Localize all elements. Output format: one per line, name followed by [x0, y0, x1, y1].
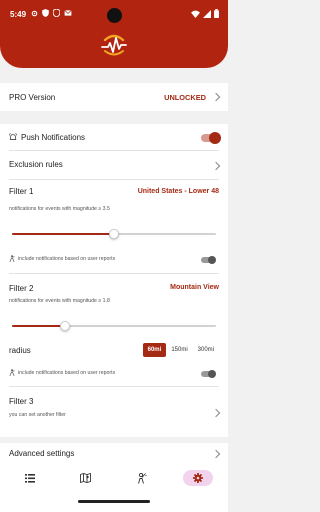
exclusion-rules-row[interactable]: Exclusion rules — [9, 154, 219, 176]
radius-option[interactable]: 150mi — [166, 343, 192, 357]
advanced-settings-card[interactable]: Advanced settings — [0, 443, 228, 462]
nav-list[interactable] — [15, 470, 45, 486]
shield-icon — [42, 9, 49, 17]
filter1-user-reports-label: include notifications based on user repo… — [18, 256, 116, 262]
divider — [9, 273, 219, 274]
home-indicator — [78, 500, 150, 503]
user-report-icon — [138, 472, 147, 484]
slider-fill — [12, 233, 114, 235]
filter2-magnitude-slider[interactable] — [12, 321, 216, 331]
status-icons-right — [191, 9, 219, 18]
filter3-title: Filter 3 — [9, 397, 34, 406]
slider-handle[interactable] — [60, 321, 71, 331]
status-bar: 5:49 — [0, 0, 228, 26]
map-icon — [79, 473, 91, 483]
filter1-title: Filter 1 — [9, 187, 34, 196]
push-notifications-row[interactable]: Push Notifications — [9, 130, 221, 146]
filter2-title: Filter 2 — [9, 284, 34, 293]
status-icons-left — [31, 9, 72, 17]
settings-icon — [193, 473, 203, 483]
settings-card: Push Notifications Exclusion rules Filte… — [0, 124, 228, 437]
filter1-user-reports-toggle[interactable] — [201, 256, 216, 264]
user-report-icon — [9, 369, 15, 376]
filter2-user-reports-toggle[interactable] — [201, 370, 216, 378]
filter1-magnitude-slider[interactable] — [12, 229, 216, 239]
pro-card[interactable]: PRO Version UNLOCKED — [0, 83, 228, 111]
bottom-navigation — [0, 462, 228, 512]
slider-fill — [12, 325, 66, 327]
push-notifications-toggle[interactable] — [201, 132, 221, 144]
divider — [9, 150, 219, 151]
user-report-icon — [9, 255, 15, 262]
camera-cutout — [107, 8, 122, 23]
play-protect-icon — [53, 9, 60, 17]
filter1-region[interactable]: United States - Lower 48 — [138, 188, 219, 195]
pro-status: UNLOCKED — [164, 93, 206, 102]
filter1-header[interactable]: Filter 1 United States - Lower 48 — [9, 186, 219, 198]
exclusion-rules-label: Exclusion rules — [9, 160, 63, 169]
filter2-header[interactable]: Filter 2 Mountain View — [9, 283, 219, 295]
divider — [9, 179, 219, 180]
seismograph-logo-icon — [101, 34, 127, 56]
app-header — [0, 26, 228, 68]
list-icon — [25, 473, 35, 483]
radius-option[interactable]: 60mi — [142, 343, 167, 357]
filter3-description: you can set another filter — [9, 412, 66, 418]
filter3-row[interactable]: Filter 3 you can set another filter — [9, 394, 219, 422]
advanced-settings-label: Advanced settings — [9, 449, 75, 458]
push-notifications-label: Push Notifications — [21, 133, 86, 142]
filter2-user-reports-label: include notifications based on user repo… — [18, 370, 116, 376]
nav-user-report[interactable] — [127, 470, 157, 486]
filter2-region[interactable]: Mountain View — [170, 284, 219, 291]
radius-selector[interactable]: 60mi 150mi 300mi — [142, 343, 219, 357]
bell-ring-icon — [9, 133, 17, 140]
nav-map[interactable] — [70, 470, 100, 486]
slider-handle[interactable] — [109, 229, 119, 239]
status-time: 5:49 — [10, 10, 27, 19]
wifi-icon — [191, 10, 200, 18]
filter1-user-reports-row[interactable]: include notifications based on user repo… — [9, 254, 219, 266]
filter2-user-reports-row[interactable]: include notifications based on user repo… — [9, 368, 219, 380]
battery-icon — [214, 9, 219, 18]
nav-settings[interactable] — [183, 470, 213, 486]
filter1-description: notifications for events with magnitude … — [9, 206, 110, 212]
radius-option[interactable]: 300mi — [193, 343, 219, 357]
gear-icon — [31, 10, 38, 16]
filter2-description: notifications for events with magnitude … — [9, 298, 110, 304]
mail-icon — [64, 10, 72, 16]
divider — [9, 386, 219, 387]
signal-icon — [203, 9, 211, 18]
